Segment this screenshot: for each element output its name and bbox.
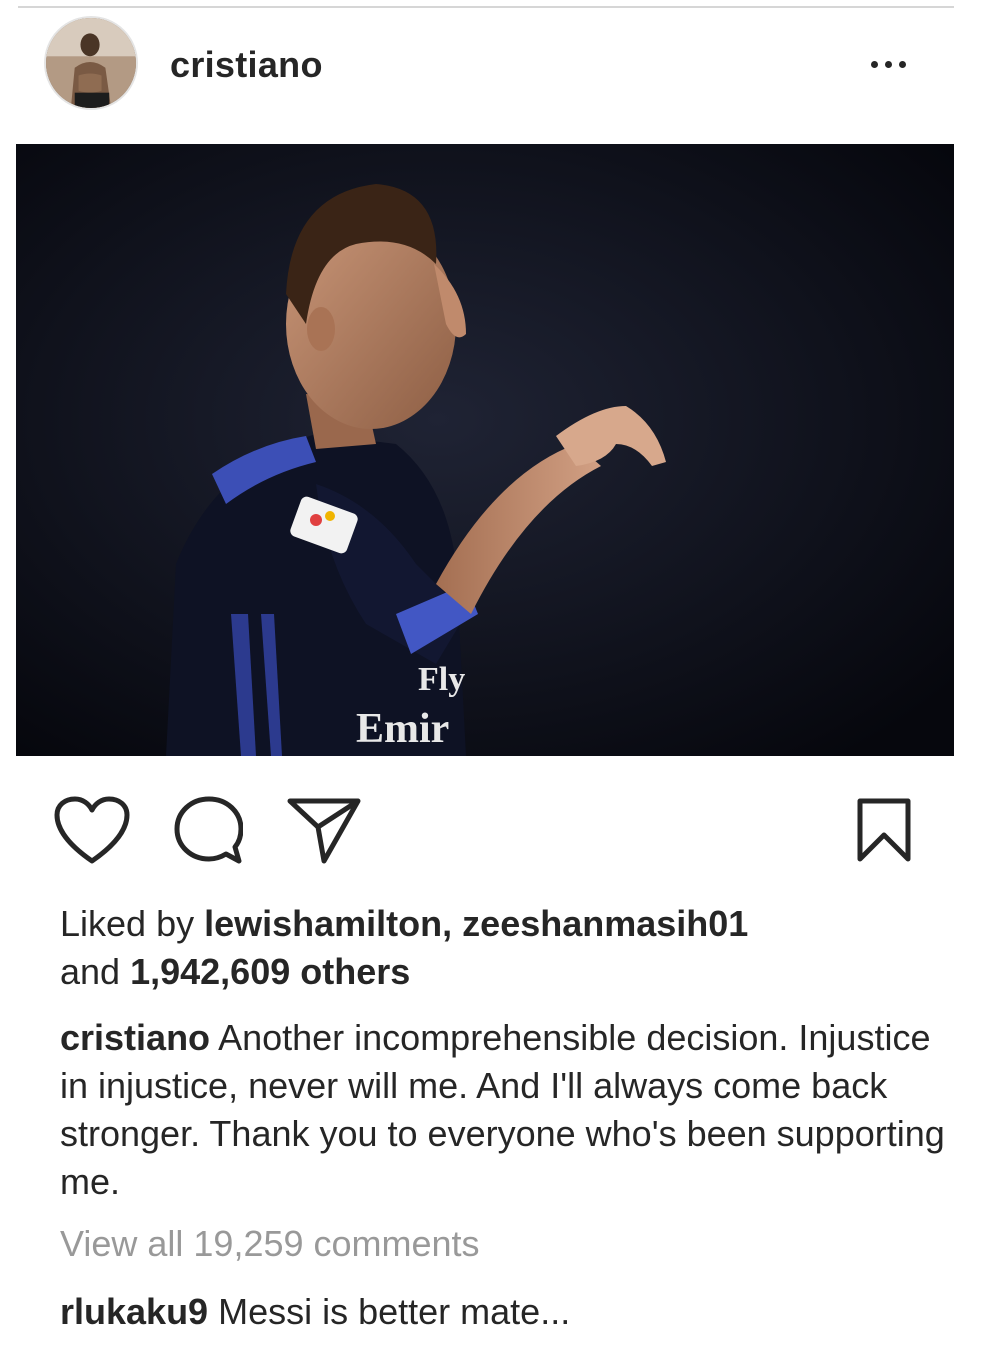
- top-divider: [18, 6, 954, 8]
- heart-icon[interactable]: [52, 790, 132, 870]
- photo-illustration: Emir Fly: [16, 144, 954, 756]
- avatar-image: [46, 18, 136, 108]
- liker-link[interactable]: zeeshanmasih01: [462, 903, 748, 944]
- likes-joiner: and: [60, 951, 121, 992]
- more-dot: [884, 60, 892, 68]
- post-username[interactable]: cristiano: [170, 44, 323, 86]
- likes-prefix: Liked by: [60, 903, 195, 944]
- comment-username[interactable]: rlukaku9: [60, 1291, 208, 1332]
- post-header: cristiano: [0, 14, 1000, 122]
- jersey-text: Emir: [356, 706, 449, 752]
- comment-bubble-icon[interactable]: [168, 790, 248, 870]
- avatar[interactable]: [44, 16, 138, 110]
- caption-username[interactable]: cristiano: [60, 1017, 210, 1058]
- more-options-icon[interactable]: [858, 44, 918, 84]
- paper-plane-icon[interactable]: [284, 790, 364, 870]
- post-caption: cristiano Another incomprehensible decis…: [60, 1014, 960, 1206]
- jersey-text-top: Fly: [418, 661, 465, 698]
- liker-link[interactable]: lewishamilton,: [204, 903, 452, 944]
- bookmark-icon[interactable]: [844, 790, 924, 870]
- more-dot: [898, 60, 906, 68]
- likes-summary: Liked by lewishamilton, zeeshanmasih01 a…: [60, 900, 960, 996]
- likes-count[interactable]: 1,942,609 others: [130, 951, 410, 992]
- more-dot: [870, 60, 878, 68]
- post-photo[interactable]: Emir Fly: [16, 144, 954, 756]
- action-bar: [0, 790, 1000, 870]
- view-all-comments-link[interactable]: View all 19,259 comments: [60, 1220, 480, 1268]
- comment-text: Messi is better mate...: [218, 1291, 571, 1332]
- comment-item: rlukaku9 Messi is better mate...: [60, 1288, 960, 1336]
